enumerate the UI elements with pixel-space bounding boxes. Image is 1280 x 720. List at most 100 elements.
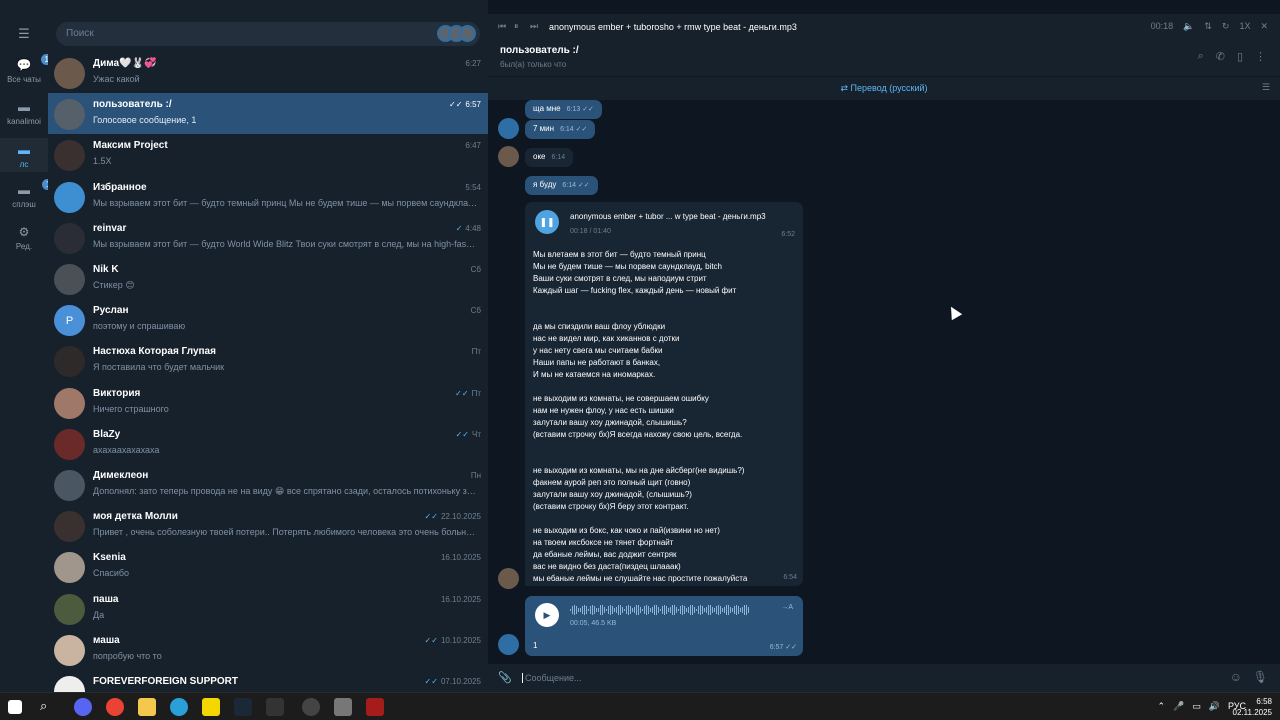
speed-icon[interactable]: 1X (1239, 21, 1250, 32)
chat-item[interactable]: Дима🤍🐰💞 Ужас какой 6:27 (48, 52, 488, 93)
folder-icon[interactable] (138, 698, 156, 716)
translate-label: Перевод (русский) (850, 83, 928, 93)
chat-item[interactable]: Димеклеон Дополнял: зато теперь провода н… (48, 464, 488, 505)
menu-button[interactable]: ☰ (0, 26, 48, 41)
transcribe-button[interactable]: →A (781, 604, 793, 611)
chat-time: Сб (470, 265, 481, 274)
edit-folders-button[interactable]: ⚙ Ред. (0, 225, 48, 259)
voice-stats: 00:05, 46.5 KB (570, 620, 617, 627)
lyric-line: Мы не будем тише — мы порвем саундклауд,… (533, 262, 722, 271)
discord-icon[interactable] (74, 698, 92, 716)
chat-item[interactable]: Ksenia Спасибо 16.10.2025 (48, 546, 488, 587)
search-input[interactable]: Поиск (56, 22, 480, 46)
attach-icon[interactable]: 📎 (498, 671, 512, 684)
order-icon[interactable]: ⇅ (1204, 21, 1212, 32)
chrome-icon[interactable] (106, 698, 124, 716)
waveform-bar (664, 605, 665, 615)
waveform-bar (698, 606, 699, 614)
network-icon[interactable]: ▭ (1192, 701, 1201, 712)
lyric-line (533, 297, 795, 309)
sidebar-icon[interactable]: ▯ (1237, 50, 1243, 63)
music-title[interactable]: anonymous ember + tubor ... w type beat … (570, 212, 766, 221)
repeat-icon[interactable]: ↻ (1222, 21, 1230, 32)
close-icon[interactable]: ✕ (1260, 21, 1268, 32)
waveform-bar (622, 606, 623, 614)
chat-item[interactable]: reinvar Мы взрываем этот бит — будто Worl… (48, 217, 488, 258)
chat-item[interactable]: пользователь :/ Голосовое сообщение, 1 ✓✓ 6… (48, 93, 488, 135)
settings-sliders-icon[interactable]: ☰ (1262, 82, 1270, 93)
waveform-bar (648, 605, 649, 615)
waveform-bar (630, 605, 631, 615)
chat-time: 16.10.2025 (440, 553, 481, 563)
epic-icon[interactable] (266, 698, 284, 716)
app-icon[interactable] (202, 698, 220, 716)
translate-bar[interactable]: ⇄ Перевод (русский) ☰ (488, 76, 1280, 100)
clock[interactable]: 6:58 02.11.2025 (1233, 696, 1272, 718)
sliders-icon: ⚙ (18, 225, 30, 239)
search-icon[interactable]: ⌕ (1198, 50, 1204, 63)
chat-name: пользователь :/ (93, 99, 172, 111)
message-input[interactable]: Сообщение... (522, 673, 581, 683)
message-bubble[interactable]: ща мне 6:13 ✓✓ (525, 100, 602, 119)
waveform-bar (626, 606, 627, 614)
emoji-icon[interactable]: ☺ (1230, 670, 1242, 684)
phone-icon[interactable]: ✆ (1216, 50, 1225, 63)
chat-item[interactable]: Nik K Стикер 😊 Сб (48, 258, 488, 299)
waveform-bar (612, 605, 613, 615)
folder-splash[interactable]: ▬128 сплэш (0, 179, 64, 217)
track-title[interactable]: anonymous ember + tuborosho + rmw type b… (549, 22, 797, 32)
waveform-bar (688, 607, 689, 613)
waveform-bar (694, 606, 695, 614)
volume-icon[interactable]: 🔊 (1209, 701, 1220, 712)
chat-item[interactable]: Р Руслан поэтому и спрашиваю Сб (48, 299, 488, 340)
windows-start-icon[interactable] (8, 700, 22, 714)
steam-icon[interactable] (234, 698, 252, 716)
waveform-bar (708, 605, 709, 615)
chat-item[interactable]: Максим Project 1.5X 6:47 (48, 134, 488, 175)
waveform-bar (684, 605, 685, 615)
mic-icon[interactable]: 🎤 (1173, 701, 1184, 712)
telegram-icon[interactable] (170, 698, 188, 716)
message-bubble[interactable]: я буду 6:14 ✓✓ (525, 176, 598, 195)
waveform-bar (602, 605, 603, 615)
chat-item[interactable]: паша Да 16.10.2025 (48, 588, 488, 629)
chat-item[interactable]: маша попробую что то ✓✓ 10.10.2025 (48, 629, 488, 670)
chat-item[interactable]: Виктория Ничего страшного ✓✓ Пт (48, 382, 488, 423)
chevron-up-icon[interactable]: ⌃ (1157, 701, 1165, 712)
chat-item[interactable]: Избранное Мы взрываем этот бит — будто те… (48, 176, 488, 217)
volume-icon[interactable]: 🔈 (1183, 21, 1194, 32)
chat-time: 5:54 (465, 182, 481, 192)
play-button[interactable]: ▶ (535, 603, 559, 627)
lyric-line: у нас нету свега мы считаем бабки (533, 346, 663, 355)
previous-icon[interactable]: ⏮ (498, 21, 506, 32)
settings-icon[interactable] (334, 698, 352, 716)
more-icon[interactable]: ⋮ (1255, 50, 1266, 63)
dota-icon[interactable] (366, 698, 384, 716)
voice-waveform[interactable] (570, 604, 770, 616)
waveform-bar (724, 607, 725, 613)
chat-header[interactable]: пользователь :/ был(а) только что ⌕ ✆ ▯ … (488, 42, 1280, 76)
message-bubble[interactable]: оке 6:14 (525, 148, 574, 167)
folder-kanalimoi[interactable]: ▬ kanalimoi (0, 100, 48, 134)
chat-preview: Я поставила что будет мальчик (93, 362, 225, 373)
next-icon[interactable]: ⏭ (530, 21, 538, 32)
chat-name: reinvar (93, 222, 127, 234)
chat-item[interactable]: Настюха Которая Глупая Я поставила что бу… (48, 340, 488, 381)
waveform-bar (696, 608, 697, 612)
search-icon[interactable]: ⌕ (40, 698, 58, 716)
folder-all-chats[interactable]: 💬128 Все чаты (0, 54, 62, 92)
microphone-icon[interactable]: 🎙 (1253, 670, 1268, 684)
chat-item[interactable]: моя детка Молли Привет , очень соболезную… (48, 505, 488, 546)
pause-button[interactable]: ❚❚ (535, 210, 559, 234)
waveform-bar (706, 607, 707, 613)
folder-ls[interactable]: ▬ лс (0, 138, 48, 172)
pause-icon[interactable]: ⏸ (514, 21, 519, 32)
chat-status: был(а) только что (500, 60, 567, 69)
stories-avatars[interactable] (437, 25, 476, 42)
chat-preview: Ничего страшного (93, 403, 169, 414)
chat-item[interactable]: BlaZy ахахаахахахаха ✓✓ Чт (48, 423, 488, 464)
message-bubble[interactable]: 7 мин 6:14 ✓✓ (525, 120, 596, 139)
obs-icon[interactable] (302, 698, 320, 716)
chat-item[interactable]: FOREVERFOREIGN SUPPORT ✓✓ 07.10.2025 (48, 670, 488, 692)
message-time: 6:13 ✓✓ (566, 106, 594, 113)
